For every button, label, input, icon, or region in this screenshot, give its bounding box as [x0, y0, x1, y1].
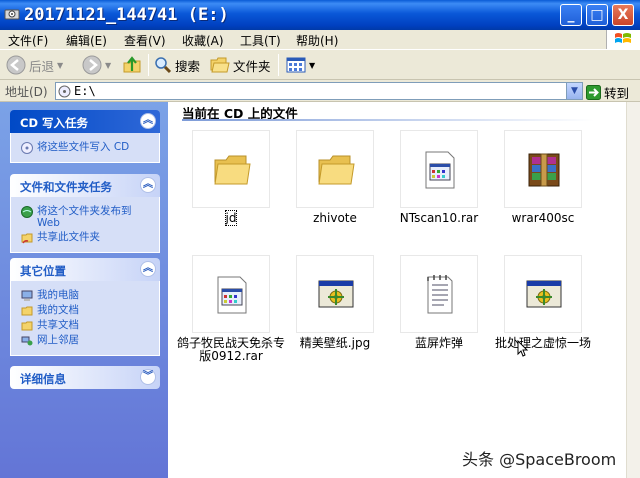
collapse-chevron-icon[interactable]: ︽ — [140, 113, 156, 129]
up-button[interactable] — [122, 54, 142, 76]
windows-logo — [606, 30, 640, 49]
go-label: 转到 — [604, 86, 630, 101]
file-name: 批处理之虚惊一场 — [494, 336, 591, 350]
go-arrow-icon — [586, 85, 601, 100]
publish-web-link[interactable]: 将这个文件夹发布到 Web — [21, 205, 153, 229]
back-arrow-icon — [6, 55, 26, 75]
collapse-chevron-icon[interactable]: ︽ — [140, 177, 156, 193]
views-dropdown-icon: ▼ — [309, 60, 316, 70]
go-button[interactable]: 转到 — [586, 83, 629, 102]
views-button[interactable]: ▼ — [286, 54, 315, 76]
window-title: 20171121_144741 (E:) — [24, 5, 229, 25]
menu-help[interactable]: 帮助(H) — [296, 32, 338, 49]
rar-file-icon — [217, 276, 247, 314]
menu-favorites[interactable]: 收藏(A) — [182, 32, 224, 49]
my-computer-link[interactable]: 我的电脑 — [21, 289, 153, 302]
search-label: 搜索 — [175, 58, 201, 74]
back-label: 后退 — [29, 58, 55, 74]
address-bar: 地址(D) E:\ ▼ 转到 — [0, 80, 640, 102]
heading-divider — [182, 119, 594, 121]
documents-folder-icon — [21, 306, 33, 316]
maximize-button[interactable]: □ — [586, 4, 608, 26]
file-name: zhivote — [313, 211, 357, 225]
program-window-icon — [526, 280, 562, 308]
menu-view[interactable]: 查看(V) — [124, 32, 166, 49]
forward-arrow-icon — [82, 55, 102, 75]
cd-drive-icon — [58, 85, 71, 98]
address-dropdown-button[interactable]: ▼ — [566, 83, 582, 99]
file-name: jd — [224, 210, 238, 226]
toolbar: 后退 ▼ ▼ 搜索 文件夹 ▼ — [0, 49, 640, 80]
file-name: wrar400sc — [511, 211, 575, 225]
text-file-icon — [427, 275, 453, 314]
globe-icon — [21, 206, 33, 218]
vertical-scrollbar[interactable] — [626, 102, 640, 478]
cd-drive-icon — [4, 9, 20, 20]
folder-icon — [21, 321, 33, 331]
address-label: 地址(D) — [5, 85, 48, 99]
expand-chevron-icon[interactable]: ︾ — [140, 369, 156, 385]
details-header[interactable]: 详细信息 ︾ — [10, 366, 160, 389]
cd-tasks-panel: CD 写入任务 ︽ 将这些文件写入 CD — [10, 110, 160, 163]
views-grid-icon — [286, 57, 306, 73]
close-button[interactable]: X — [612, 4, 634, 26]
file-name: 精美壁纸.jpg — [299, 336, 371, 350]
share-folder-link[interactable]: 共享此文件夹 — [21, 231, 153, 244]
details-title: 详细信息 — [20, 372, 66, 386]
folder-icon — [318, 155, 355, 185]
folders-button[interactable]: 文件夹 — [210, 54, 271, 76]
folder-up-icon — [123, 56, 141, 73]
toolbar-separator — [148, 54, 149, 76]
write-to-cd-link[interactable]: 将这些文件写入 CD — [21, 141, 153, 154]
cd-tasks-title: CD 写入任务 — [20, 116, 88, 130]
folder-icon — [214, 155, 251, 185]
forward-dropdown-icon: ▼ — [105, 60, 112, 70]
folders-icon — [210, 57, 230, 73]
back-button[interactable]: 后退 ▼ — [6, 54, 63, 76]
other-places-panel: 其它位置 ︽ 我的电脑 我的文档 共享文档 网上邻居 — [10, 258, 160, 356]
menu-edit[interactable]: 编辑(E) — [66, 32, 107, 49]
file-view[interactable]: 当前在 CD 上的文件 jd zhivote NTscan10.rar wrar… — [168, 102, 640, 478]
my-documents-link[interactable]: 我的文档 — [21, 304, 153, 317]
menu-tools[interactable]: 工具(T) — [240, 32, 281, 49]
address-value: E:\ — [74, 84, 96, 98]
program-window-icon — [318, 280, 354, 308]
menu-file[interactable]: 文件(F) — [8, 32, 48, 49]
network-places-link[interactable]: 网上邻居 — [21, 334, 153, 347]
file-tasks-title: 文件和文件夹任务 — [20, 180, 112, 194]
file-tasks-panel: 文件和文件夹任务 ︽ 将这个文件夹发布到 Web 共享此文件夹 — [10, 174, 160, 253]
computer-icon — [21, 290, 33, 301]
menu-bar: 文件(F) 编辑(E) 查看(V) 收藏(A) 工具(T) 帮助(H) — [0, 30, 640, 49]
search-button[interactable]: 搜索 — [154, 54, 200, 76]
winrar-installer-icon — [528, 153, 560, 187]
forward-button[interactable]: ▼ — [82, 54, 111, 76]
address-input[interactable]: E:\ ▼ — [55, 82, 583, 100]
title-bar[interactable]: 20171121_144741 (E:) _ □ X — [0, 0, 640, 30]
shared-documents-link[interactable]: 共享文档 — [21, 319, 153, 332]
other-places-title: 其它位置 — [20, 264, 66, 278]
file-name: 蓝屏炸弹 — [414, 336, 463, 350]
mouse-cursor-icon — [517, 340, 529, 357]
windows-flag-icon — [615, 33, 631, 43]
minimize-button[interactable]: _ — [560, 4, 582, 26]
file-tasks-header[interactable]: 文件和文件夹任务 ︽ — [10, 174, 160, 197]
cd-tasks-header[interactable]: CD 写入任务 ︽ — [10, 110, 160, 133]
file-name: NTscan10.rar — [399, 211, 479, 225]
search-icon — [155, 57, 172, 74]
cd-write-icon — [21, 142, 33, 154]
watermark-text: 头条 @SpaceBroom — [462, 450, 617, 469]
toolbar-separator — [278, 54, 279, 76]
details-panel: 详细信息 ︾ — [10, 366, 160, 389]
folders-label: 文件夹 — [233, 58, 271, 74]
back-dropdown-icon: ▼ — [57, 60, 64, 70]
collapse-chevron-icon[interactable]: ︽ — [140, 261, 156, 277]
network-icon — [21, 336, 33, 346]
shared-folder-icon — [21, 233, 33, 244]
other-places-header[interactable]: 其它位置 ︽ — [10, 258, 160, 281]
file-name: 鸽子牧民战天免杀专版0912.rar — [176, 336, 285, 363]
task-pane: CD 写入任务 ︽ 将这些文件写入 CD 文件和文件夹任务 ︽ 将这个文件夹发布… — [0, 102, 168, 478]
rar-file-icon — [425, 151, 455, 189]
